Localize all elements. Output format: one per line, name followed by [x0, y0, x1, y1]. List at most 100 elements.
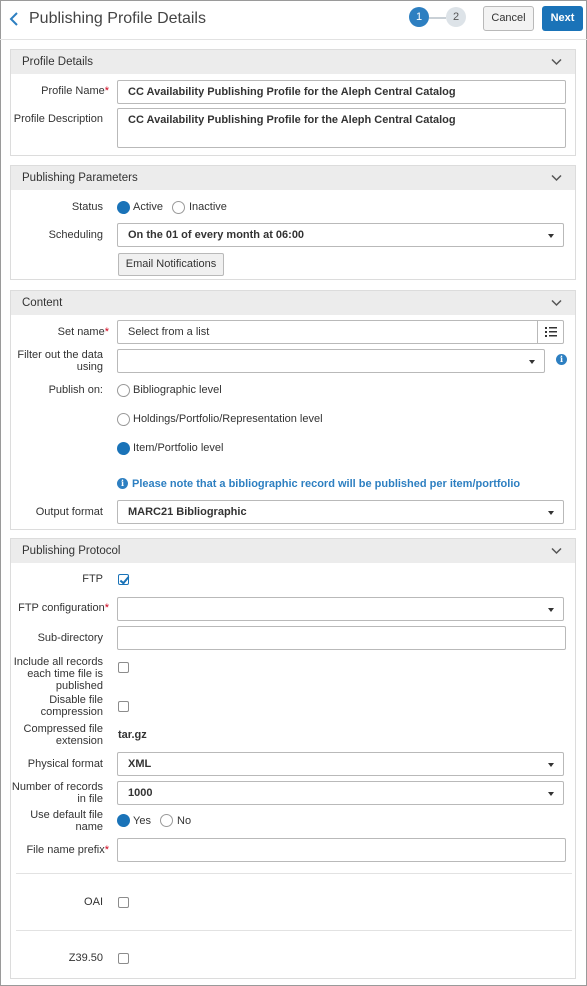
dropdown-arrow-icon [548, 234, 554, 238]
publishing-parameters-header[interactable]: Publishing Parameters [11, 166, 575, 190]
physical-format-label: Physical format [27, 758, 103, 770]
dropdown-arrow-icon [548, 511, 554, 515]
ftp-configuration-label: FTP configuration* [18, 602, 109, 614]
status-inactive-label: Inactive [189, 201, 227, 213]
dropdown-arrow-icon [548, 763, 554, 767]
divider [16, 873, 572, 874]
number-of-records-value: 1000 [128, 787, 153, 799]
status-active-radio[interactable] [117, 201, 130, 214]
filter-label-line2: using [76, 361, 103, 373]
info-icon[interactable]: i [556, 354, 567, 365]
filter-label: Filter out the data using [11, 349, 103, 373]
chevron-down-icon[interactable] [551, 547, 562, 555]
chevron-down-icon[interactable] [551, 174, 562, 182]
publishing-parameters-section: Publishing Parameters Status Active Inac… [10, 165, 576, 280]
list-icon [545, 327, 557, 337]
physical-format-select[interactable]: XML [117, 752, 564, 776]
set-name-placeholder: Select from a list [128, 326, 210, 338]
wizard-step-2[interactable]: 2 [446, 7, 466, 27]
default-name-yes-label: Yes [133, 815, 151, 827]
info-icon: i [117, 478, 128, 489]
publishing-protocol-header[interactable]: Publishing Protocol [11, 539, 575, 563]
publish-item-label: Item/Portfolio level [133, 442, 224, 454]
status-inactive-radio[interactable] [172, 201, 185, 214]
profile-description-textarea[interactable]: CC Availability Publishing Profile for t… [117, 108, 566, 148]
number-of-records-label: Number of records in file [11, 781, 103, 805]
ftp-configuration-select[interactable] [117, 597, 564, 621]
physical-format-value: XML [128, 758, 152, 770]
scheduling-label: Scheduling [48, 229, 103, 241]
oai-label: OAI [84, 896, 103, 908]
content-section: Content Set name* Select from a list Fil… [10, 290, 576, 530]
include-all-line3: published [55, 680, 103, 692]
publish-bib-radio[interactable] [117, 384, 130, 397]
dropdown-arrow-icon [529, 360, 535, 364]
email-notifications-button[interactable]: Email Notifications [118, 253, 224, 276]
bibliographic-notice: Please note that a bibliographic record … [132, 478, 521, 490]
z3950-label: Z39.50 [68, 952, 103, 964]
default-name-no-radio[interactable] [160, 814, 173, 827]
dropdown-arrow-icon [548, 792, 554, 796]
page-title: Publishing Profile Details [29, 10, 206, 27]
cancel-button[interactable]: Cancel [483, 6, 534, 31]
status-label: Status [71, 201, 103, 213]
ftp-label: FTP [82, 573, 103, 585]
output-format-value: MARC21 Bibliographic [128, 506, 247, 518]
compressed-extension-value: tar.gz [118, 729, 147, 741]
profile-details-section: Profile Details Profile Name* CC Availab… [10, 49, 576, 156]
wizard-step-1[interactable]: 1 [409, 7, 429, 27]
default-name-yes-radio[interactable] [117, 814, 130, 827]
scheduling-select[interactable]: On the 01 of every month at 06:00 [117, 223, 564, 247]
set-name-input[interactable]: Select from a list [117, 320, 564, 344]
profile-name-label: Profile Name* [41, 85, 109, 97]
publish-on-label: Publish on: [48, 384, 103, 396]
section-title: Publishing Protocol [22, 545, 121, 557]
number-of-records-line2: in file [77, 793, 103, 805]
default-file-name-line1: Use default file [30, 809, 103, 821]
output-format-select[interactable]: MARC21 Bibliographic [117, 500, 564, 524]
number-of-records-select[interactable]: 1000 [117, 781, 564, 805]
section-title: Content [22, 297, 63, 309]
publish-holdings-radio[interactable] [117, 413, 130, 426]
ftp-checkbox[interactable] [118, 574, 129, 585]
profile-name-input[interactable]: CC Availability Publishing Profile for t… [117, 80, 566, 104]
compressed-extension-line2: extension [55, 735, 103, 747]
set-name-label: Set name* [57, 326, 109, 338]
compressed-extension-label: Compressed file extension [11, 723, 103, 747]
include-all-line2: each time file is [27, 668, 103, 680]
oai-checkbox[interactable] [118, 897, 129, 908]
chevron-down-icon[interactable] [551, 299, 562, 307]
profile-description-label: Profile Description [13, 113, 103, 125]
divider [16, 930, 572, 931]
filter-select[interactable] [117, 349, 545, 373]
section-title: Profile Details [22, 56, 93, 68]
z3950-checkbox[interactable] [118, 953, 129, 964]
section-title: Publishing Parameters [22, 172, 138, 184]
dropdown-arrow-icon [548, 608, 554, 612]
list-picker-button[interactable] [537, 321, 563, 343]
chevron-down-icon[interactable] [551, 58, 562, 66]
status-active-label: Active [133, 201, 163, 213]
back-arrow-icon[interactable] [6, 10, 22, 28]
publish-holdings-label: Holdings/Portfolio/Representation level [133, 413, 323, 425]
default-file-name-label: Use default file name [11, 809, 103, 833]
compressed-extension-line1: Compressed file [23, 723, 103, 735]
disable-compression-line1: Disable file [49, 694, 103, 706]
publish-item-radio[interactable] [117, 442, 130, 455]
disable-compression-checkbox[interactable] [118, 701, 129, 712]
disable-compression-label: Disable file compression [11, 694, 103, 718]
profile-details-header[interactable]: Profile Details [11, 50, 575, 74]
filter-label-line1: Filter out the data [17, 349, 103, 361]
number-of-records-line1: Number of records [11, 781, 103, 793]
file-name-prefix-label: File name prefix* [26, 844, 109, 856]
default-file-name-line2: name [75, 821, 103, 833]
disable-compression-line2: compression [40, 706, 103, 718]
sub-directory-input[interactable] [117, 626, 566, 650]
next-button[interactable]: Next [542, 6, 583, 31]
include-all-records-checkbox[interactable] [118, 662, 129, 673]
content-header[interactable]: Content [11, 291, 575, 315]
include-all-records-label: Include all records each time file is pu… [11, 656, 103, 692]
file-name-prefix-input[interactable] [117, 838, 566, 862]
wizard-step-connector [429, 17, 446, 19]
publish-bib-label: Bibliographic level [133, 384, 222, 396]
